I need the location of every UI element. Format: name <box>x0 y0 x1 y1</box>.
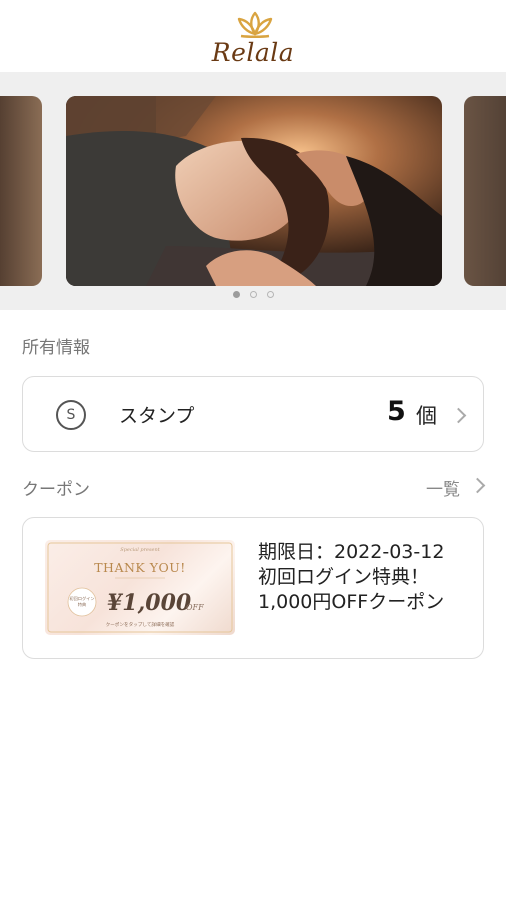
banner-carousel[interactable] <box>0 72 506 310</box>
chevron-right-icon <box>450 407 467 424</box>
coupon-section-title: クーポン <box>22 480 90 500</box>
coupon-badge-line2: 特典 <box>78 601 86 608</box>
carousel-slide-massage-photo[interactable] <box>66 96 442 286</box>
coupon-details: 期限日：2022-03-12 初回ログイン特典！ 1,000円OFFクーポン <box>258 540 444 615</box>
lotus-logo-icon <box>237 11 273 38</box>
coupon-headline: THANK YOU! <box>94 560 186 575</box>
coupon-amount: ¥1,000 <box>107 590 192 616</box>
holdings-section-title: 所有情報 <box>22 338 90 358</box>
coupon-artwork: Special present THANK YOU! 初回ログイン 特典 ¥1,… <box>47 542 233 633</box>
coupon-off: OFF <box>186 603 204 612</box>
carousel-pagination <box>0 291 506 298</box>
coupon-title-line1: 初回ログイン特典！ <box>258 566 430 588</box>
coupon-badge-line1: 初回ログイン <box>69 595 94 602</box>
carousel-slide-previous[interactable] <box>0 96 42 286</box>
massage-photo <box>66 96 442 286</box>
stamp-count: 5 <box>387 396 406 427</box>
app-header: Relala <box>0 0 506 72</box>
stamp-unit: 個 <box>416 404 437 428</box>
chevron-right-icon[interactable] <box>469 477 486 494</box>
coupon-expiry: 期限日：2022-03-12 <box>258 541 445 563</box>
coupon-view-all-link[interactable]: 一覧 <box>426 475 460 500</box>
coupon-footer-text: クーポンをタップして詳細を確認 <box>106 621 175 628</box>
coupon-card[interactable]: Special present THANK YOU! 初回ログイン 特典 ¥1,… <box>22 517 484 659</box>
coupon-script-text: Special present <box>120 547 160 553</box>
stamp-label: スタンプ <box>119 405 195 427</box>
coupon-thumbnail: Special present THANK YOU! 初回ログイン 特典 ¥1,… <box>45 540 235 635</box>
carousel-slide-next[interactable] <box>464 96 506 286</box>
stamp-card[interactable]: S スタンプ 5 個 <box>22 376 484 452</box>
stamp-icon: S <box>56 400 86 430</box>
app-logo-text: Relala <box>211 38 295 67</box>
carousel-dot-3[interactable] <box>266 291 274 298</box>
carousel-dot-2[interactable] <box>249 291 257 298</box>
carousel-dot-1[interactable] <box>232 291 240 298</box>
coupon-title-line2: 1,000円OFFクーポン <box>258 591 445 613</box>
